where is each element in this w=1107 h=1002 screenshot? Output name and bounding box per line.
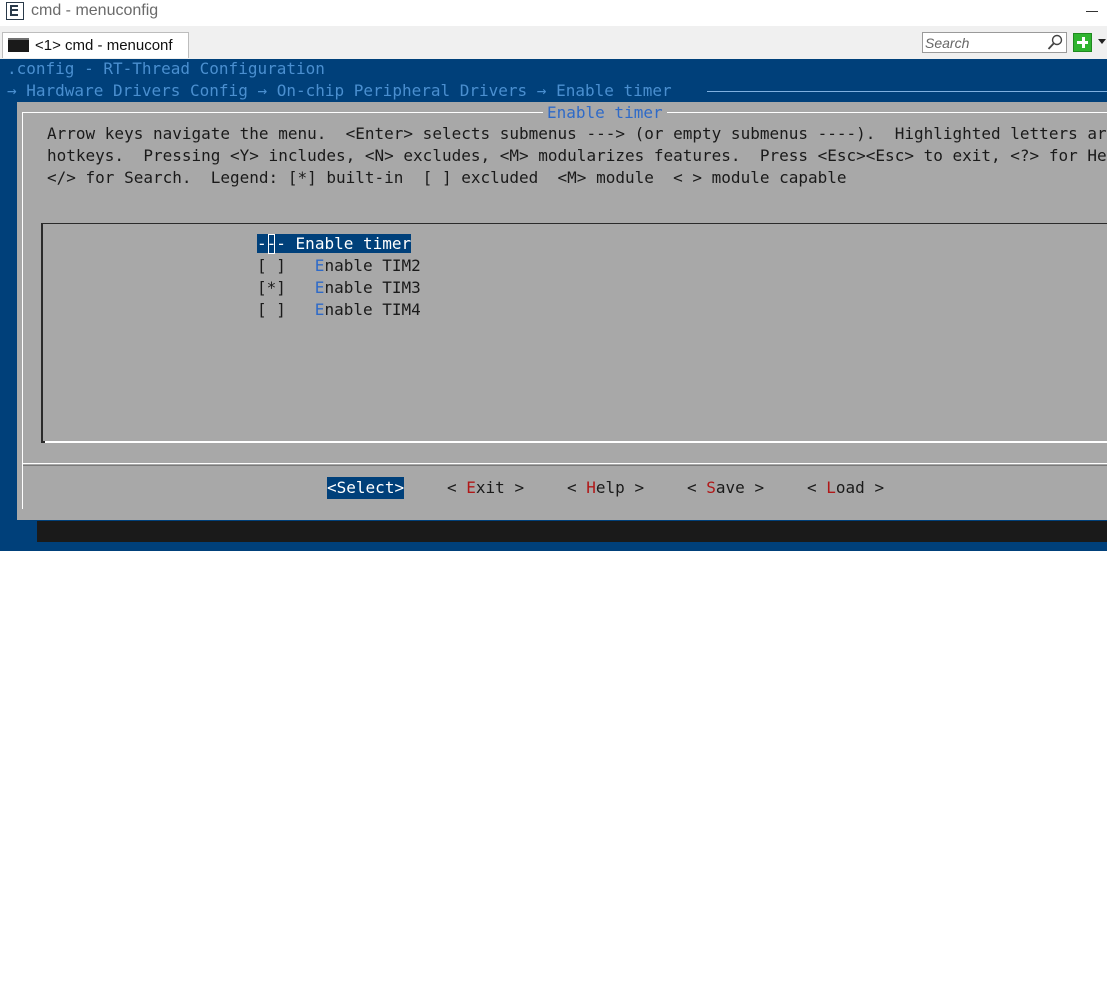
- button-hotkey: S: [336, 478, 347, 497]
- menuconfig-dialog: Enable timer Arrow keys navigate the men…: [17, 102, 1107, 520]
- tab-cmd-menuconfig[interactable]: <1> cmd - menuconf: [2, 32, 189, 58]
- terminal-area: .config - RT-Thread Configuration → Hard…: [0, 59, 1107, 1001]
- console-app-icon: [6, 2, 24, 20]
- window-title: cmd - menuconfig: [31, 2, 159, 19]
- button-bracket: >: [394, 478, 405, 497]
- dialog-separator: [23, 463, 1107, 464]
- tab-label: <1> cmd - menuconf: [35, 37, 173, 54]
- console-icon: [8, 38, 29, 52]
- search-box[interactable]: [922, 32, 1067, 53]
- button-label: elect: [346, 478, 395, 497]
- button-bracket: >: [504, 478, 525, 497]
- button-bracket: >: [864, 478, 885, 497]
- button-hotkey: E: [466, 478, 476, 497]
- button-label: oad: [835, 478, 865, 497]
- minimize-button[interactable]: [1084, 0, 1107, 24]
- exit-button[interactable]: < Exit >: [447, 477, 524, 499]
- select-button[interactable]: <Select>: [327, 477, 405, 499]
- config-title: .config - RT-Thread Configuration: [7, 59, 325, 78]
- menu-item-hotkey: E: [314, 256, 325, 275]
- dialog-shadow: https://blog.csdn.net/ylzmm: [37, 521, 1107, 1001]
- dialog-title: Enable timer: [543, 102, 667, 124]
- button-label: xit: [475, 478, 505, 497]
- watermark-text: https://blog.csdn.net/ylzmm: [903, 984, 1097, 1001]
- button-bracket: <: [807, 478, 827, 497]
- tab-bar: <1> cmd - menuconf: [0, 26, 1107, 60]
- checkbox-unchecked[interactable]: [ ]: [257, 256, 315, 275]
- button-bracket: >: [744, 478, 765, 497]
- menu-cursor: -: [266, 234, 277, 254]
- help-line: hotkeys. Pressing <Y> includes, <N> excl…: [47, 146, 1107, 165]
- menu-item-label: Enable timer: [295, 234, 412, 253]
- menu-item-enable-tim3[interactable]: [*] Enable TIM3: [257, 277, 421, 299]
- window-title-bar: cmd - menuconfig: [0, 0, 1107, 26]
- button-bracket: <: [687, 478, 707, 497]
- button-hotkey: L: [826, 478, 836, 497]
- button-hotkey: S: [706, 478, 716, 497]
- help-text: Arrow keys navigate the menu. <Enter> se…: [47, 123, 1107, 189]
- menu-item-prefix: -: [257, 234, 267, 253]
- load-button[interactable]: < Load >: [807, 477, 884, 499]
- menu-item-hotkey: E: [314, 278, 325, 297]
- menu-item-enable-tim2[interactable]: [ ] Enable TIM2: [257, 255, 421, 277]
- menu-item-label: nable TIM2: [324, 256, 421, 275]
- save-button[interactable]: < Save >: [687, 477, 764, 499]
- button-hotkey: H: [586, 478, 596, 497]
- help-line: </> for Search. Legend: [*] built-in [ ]…: [47, 168, 847, 187]
- button-bracket: <: [447, 478, 467, 497]
- add-console-button[interactable]: [1073, 33, 1092, 52]
- help-button[interactable]: < Help >: [567, 477, 644, 499]
- button-bracket: <: [327, 478, 337, 497]
- button-bracket: <: [567, 478, 587, 497]
- help-line: Arrow keys navigate the menu. <Enter> se…: [47, 124, 1107, 143]
- dialog-separator-shadow: [23, 465, 1107, 466]
- menu-item-suffix: -: [276, 234, 296, 253]
- button-label: ave: [715, 478, 745, 497]
- breadcrumb-rule: [707, 91, 1107, 92]
- breadcrumb: → Hardware Drivers Config → On-chip Peri…: [7, 81, 672, 100]
- menu-item-enable-timer[interactable]: --- Enable timer: [257, 233, 412, 255]
- checkbox-checked[interactable]: [*]: [257, 278, 315, 297]
- menu-item-enable-tim4[interactable]: [ ] Enable TIM4: [257, 299, 421, 321]
- chevron-down-icon[interactable]: [1098, 39, 1106, 44]
- menu-item-label: nable TIM3: [324, 278, 421, 297]
- menu-list: [41, 223, 1107, 443]
- button-bracket: >: [624, 478, 645, 497]
- menu-item-label: nable TIM4: [324, 300, 421, 319]
- button-label: elp: [595, 478, 625, 497]
- search-icon[interactable]: [1047, 34, 1063, 51]
- search-input[interactable]: [925, 34, 1040, 51]
- checkbox-unchecked[interactable]: [ ]: [257, 300, 315, 319]
- menu-item-hotkey: E: [314, 300, 325, 319]
